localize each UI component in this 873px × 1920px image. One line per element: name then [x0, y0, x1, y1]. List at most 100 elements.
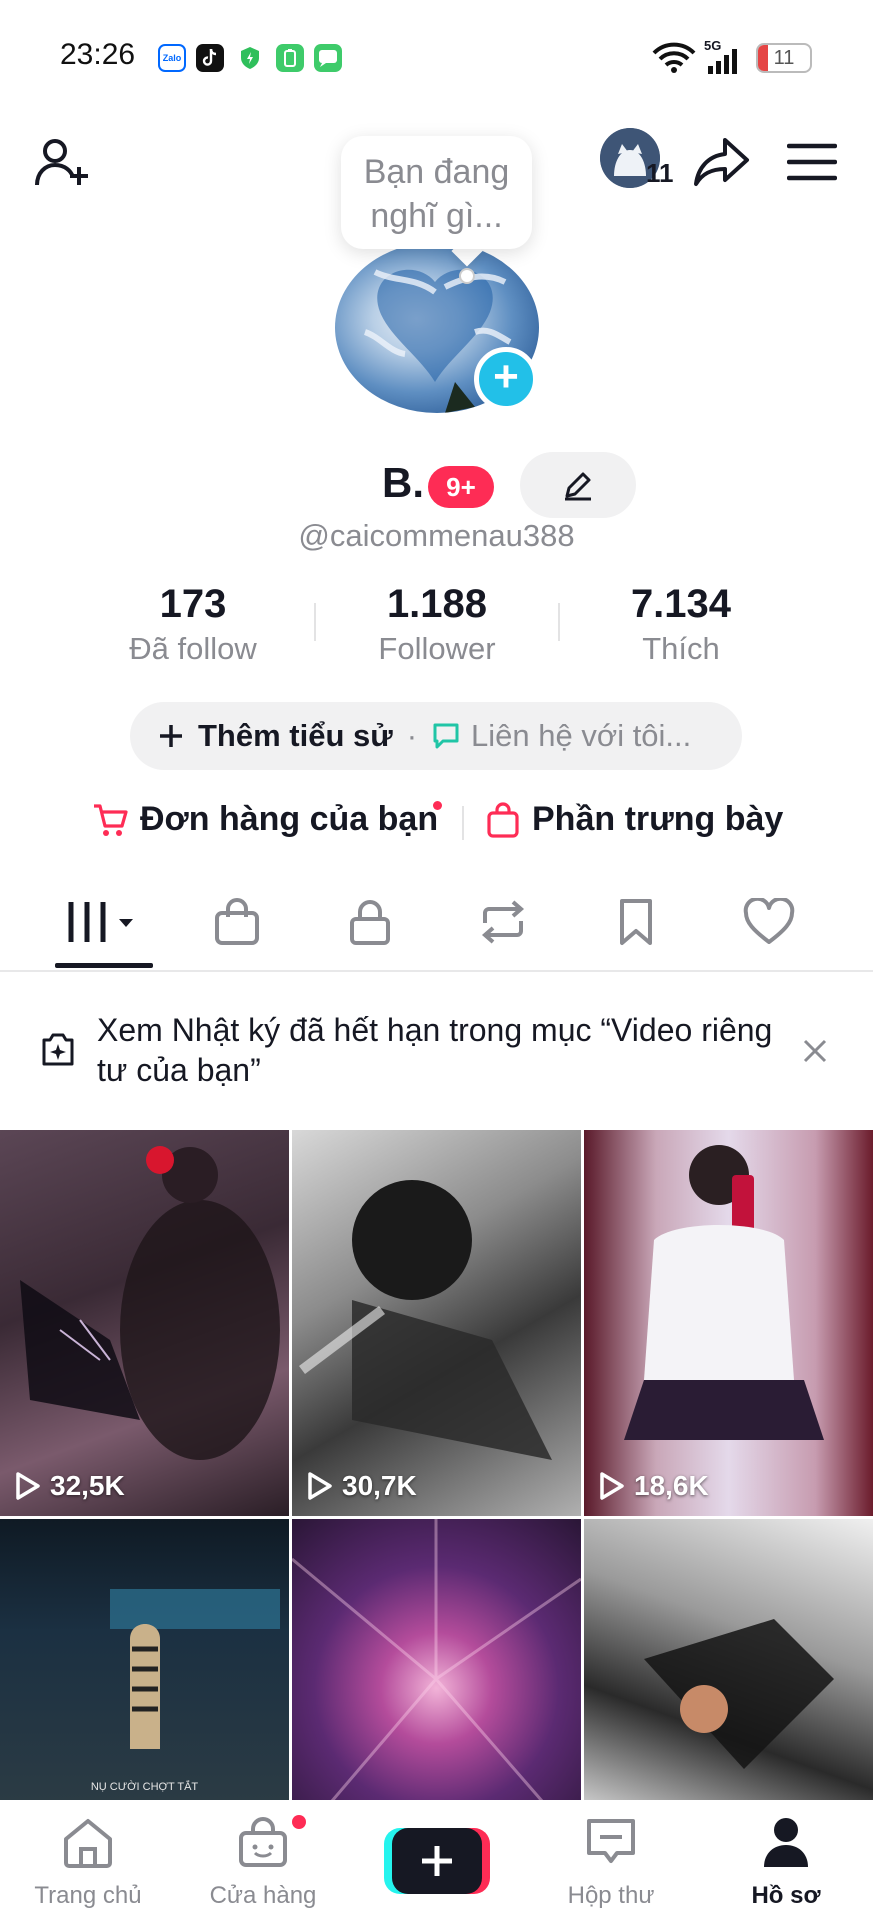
tab-divider [0, 970, 873, 972]
profile-icon [764, 1818, 808, 1867]
sparkle-icon [42, 1033, 74, 1066]
play-icon [308, 1472, 332, 1500]
link-divider [462, 806, 464, 840]
home-icon [64, 1819, 112, 1868]
grid-icon [68, 902, 133, 942]
nav-inbox-label: Hộp thư [567, 1882, 655, 1909]
play-icon [600, 1472, 624, 1500]
notice-text: Xem Nhật ký đã hết hạn trong mục “Video … [97, 1012, 773, 1088]
showcase-label: Phần trưng bày [532, 800, 784, 838]
cart-icon [94, 803, 128, 836]
profile-username: @caicommenau388 [298, 518, 575, 553]
tab-liked[interactable] [714, 887, 824, 957]
create-button[interactable] [384, 1828, 490, 1894]
video-tile[interactable]: 32,5K [0, 1130, 289, 1516]
chat-icon [433, 723, 459, 749]
orders-link[interactable]: Đơn hàng của bạn [92, 800, 438, 839]
tab-shop[interactable] [182, 887, 292, 957]
showcase-link[interactable]: Phần trưng bày [486, 800, 783, 839]
nav-inbox[interactable]: Hộp thư [541, 1815, 681, 1910]
status-time: 23:26 [60, 38, 136, 71]
stat-following-label: Đã follow [129, 631, 257, 666]
bag-icon [487, 801, 519, 838]
contact-label[interactable]: Liên hệ với tôi... [471, 718, 691, 754]
stat-likes-value: 7.134 [630, 582, 732, 626]
signal-icon [708, 49, 737, 74]
video-thumbnail [624, 1145, 824, 1440]
avatar-add-button[interactable]: + [474, 347, 538, 411]
add-friend-button[interactable] [28, 128, 98, 198]
video-tile[interactable]: 18,6K [584, 1130, 873, 1516]
bubble-dot [459, 268, 475, 284]
close-icon[interactable] [802, 1038, 828, 1064]
hamburger-icon [787, 143, 837, 181]
add-bio-label[interactable]: Thêm tiểu sử [198, 718, 393, 754]
bubble-line-1: Bạn đang [363, 153, 510, 191]
shop-notification-dot [292, 1815, 306, 1829]
status-bubble[interactable]: Bạn đang nghĩ gì... [341, 136, 532, 249]
play-icon [16, 1472, 40, 1500]
pencil-icon [565, 472, 591, 501]
stat-divider [314, 603, 316, 641]
video-thumbnail [110, 1589, 280, 1749]
nav-shop[interactable]: Cửa hàng [193, 1815, 333, 1910]
zalo-icon: Zalo [158, 44, 186, 72]
tab-private[interactable] [315, 887, 425, 957]
shield-icon [236, 44, 264, 72]
video-tile[interactable] [584, 1519, 873, 1801]
view-count: 30,7K [306, 1470, 417, 1502]
nav-home-label: Trang chủ [34, 1882, 142, 1909]
wifi-icon [652, 42, 696, 73]
nav-home[interactable]: Trang chủ [18, 1815, 158, 1910]
heart-icon [743, 898, 795, 944]
bio-pill[interactable]: Thêm tiểu sử · Liên hệ với tôi... [130, 702, 742, 770]
tiktok-icon [196, 44, 224, 72]
plus-icon [422, 1846, 452, 1876]
inbox-icon [587, 1819, 635, 1863]
nav-profile[interactable]: Hồ sơ [716, 1815, 856, 1910]
video-tile[interactable] [292, 1519, 581, 1801]
video-thumbnail [299, 1180, 552, 1460]
tab-saved[interactable] [581, 887, 691, 957]
shop-icon [239, 1817, 287, 1867]
battery-icon: 11 [756, 43, 812, 73]
tab-videos[interactable] [48, 887, 158, 957]
messages-icon [314, 44, 342, 72]
video-thumbnail [20, 1146, 280, 1460]
video-caption: NỤ CƯỜI CHỢT TẮT [90, 1781, 199, 1793]
nav-profile-label: Hồ sơ [751, 1882, 821, 1909]
video-tile[interactable]: 30,7K [292, 1130, 581, 1516]
stat-following[interactable]: 173 Đã follow [73, 582, 313, 667]
create-button-core [392, 1828, 482, 1894]
view-count-value: 30,7K [342, 1470, 417, 1501]
bubble-line-2: nghĩ gì... [370, 197, 503, 235]
view-count: 32,5K [14, 1470, 125, 1502]
view-count: 18,6K [598, 1470, 709, 1502]
view-count-value: 32,5K [50, 1470, 125, 1501]
video-thumbnail [644, 1619, 834, 1769]
stat-following-value: 173 [159, 582, 227, 626]
view-count-value: 18,6K [634, 1470, 709, 1501]
battery-level: 11 [773, 47, 795, 69]
menu-button[interactable] [780, 130, 844, 194]
stat-followers[interactable]: 1.188 Follower [317, 582, 557, 667]
share-button[interactable] [690, 130, 754, 194]
notification-badge[interactable]: 9+ [428, 466, 494, 508]
edit-profile-button[interactable] [520, 452, 636, 518]
bio-separator: · [406, 718, 418, 753]
repost-icon [481, 900, 525, 944]
battery-saver-icon [276, 44, 304, 72]
stat-likes[interactable]: 7.134 Thích [561, 582, 801, 667]
orders-label: Đơn hàng của bạn [140, 800, 439, 838]
video-thumbnail [292, 1519, 581, 1801]
nav-shop-label: Cửa hàng [209, 1882, 317, 1909]
avatar-count: 11 [646, 158, 674, 188]
orders-dot [433, 801, 442, 810]
lock-icon [350, 900, 390, 945]
bookmark-icon [620, 899, 652, 945]
stat-likes-label: Thích [642, 631, 720, 666]
tab-reposts[interactable] [448, 887, 558, 957]
video-tile[interactable]: NỤ CƯỜI CHỢT TẮT [0, 1519, 289, 1801]
stat-divider [558, 603, 560, 641]
stat-followers-value: 1.188 [386, 582, 488, 626]
